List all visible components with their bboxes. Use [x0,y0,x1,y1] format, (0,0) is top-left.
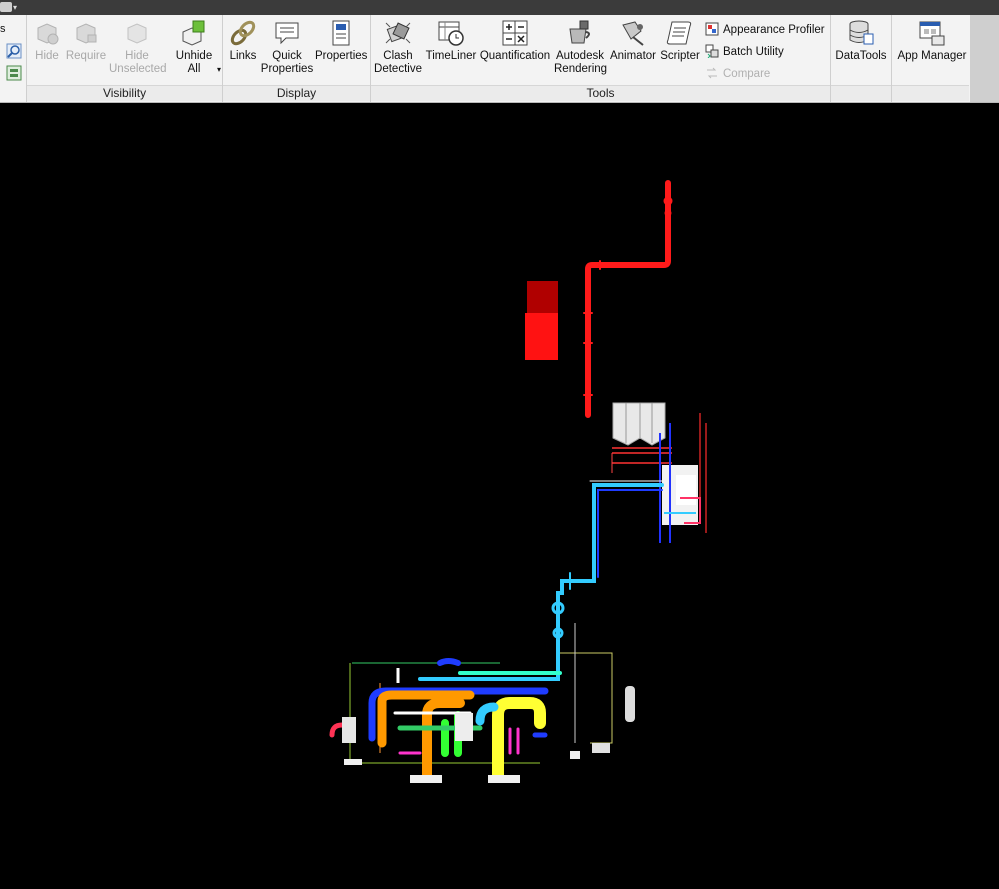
quick-properties-button[interactable]: Quick Properties [260,19,314,76]
animator-icon [622,21,644,46]
unhide-all-label-1: Unhide [175,50,213,62]
datatools-panel: DataTools [831,15,892,102]
app-manager-panel-label [892,85,969,101]
visibility-panel: Hide Require Hide Unselected Unhide All … [27,15,223,102]
quick-properties-icon [275,22,299,45]
ribbon-right-edge [970,15,999,102]
clash-detective-icon [385,22,411,44]
display-panel-label: Display [223,85,370,101]
app-manager-button[interactable]: App Manager [896,19,968,63]
require-icon [76,23,97,44]
hide-unselected-label-1: Hide [125,50,149,62]
appearance-profiler-button[interactable]: Appearance Profiler [705,21,825,39]
autodesk-rendering-icon [569,20,590,44]
clash-detective-label-1: Clash [383,50,413,62]
batch-utility-button[interactable]: Batch Utility [705,43,784,61]
quick-properties-label-1: Quick [272,50,302,62]
properties-label: Properties [315,50,368,62]
datatools-icon [849,20,874,45]
require-label: Require [65,50,107,62]
animator-label: Animator [609,50,657,62]
links-button[interactable]: Links [227,19,259,63]
properties-button[interactable]: Properties [315,19,367,63]
animator-button[interactable]: Animator [608,19,658,63]
model-scene[interactable] [0,103,999,889]
unhide-all-dropdown-icon[interactable]: ▾ [217,63,221,76]
unhide-all-label-2: All [187,63,201,75]
left-fragment-text: s [0,23,6,35]
compare-label: Compare [723,68,771,80]
compare-icon [707,67,717,79]
app-manager-label: App Manager [897,50,967,62]
title-bar: ▾ [0,0,999,15]
hide-unselected-label-2: Unselected [109,63,167,75]
hide-button[interactable]: Hide [31,19,63,63]
quick-access-icon[interactable] [0,2,12,12]
batch-utility-label: Batch Utility [723,46,784,58]
clash-detective-button[interactable]: Clash Detective [373,19,423,76]
selection-sets-icon[interactable] [6,65,22,81]
app-manager-icon [919,21,945,46]
scripter-label: Scripter [660,50,700,62]
hide-unselected-icon [127,23,147,44]
datatools-panel-label [831,85,891,101]
tools-panel-label: Tools [371,85,830,101]
tools-panel: Clash Detective TimeLiner Quantification… [371,15,831,102]
unhide-all-button[interactable]: Unhide All ▾ [171,19,221,76]
require-button[interactable]: Require [65,19,107,63]
red-equipment-block[interactable] [525,281,558,360]
left-partial-panel: s [0,15,27,102]
red-pipe-run[interactable] [583,180,673,418]
autodesk-rendering-label-2: Rendering [554,63,608,75]
visibility-panel-label: Visibility [27,85,222,101]
links-label: Links [229,50,257,62]
hide-unselected-button[interactable]: Hide Unselected [109,19,167,76]
batch-utility-icon [705,44,719,58]
find-items-icon[interactable] [6,43,22,59]
3d-viewport[interactable] [0,103,999,889]
hide-icon [37,23,59,45]
datatools-button[interactable]: DataTools [833,19,889,63]
quantification-label: Quantification [479,50,551,62]
hide-label: Hide [35,50,59,62]
white-tanks[interactable] [612,402,666,446]
scripter-button[interactable]: Scripter [659,19,701,63]
appearance-profiler-label: Appearance Profiler [723,24,825,36]
clash-detective-label-2: Detective [374,63,422,75]
compare-button[interactable]: Compare [705,65,770,83]
links-icon [230,20,256,46]
scripter-icon [666,21,692,45]
properties-icon [332,20,350,46]
quantification-button[interactable]: Quantification [478,19,552,63]
timeliner-label: TimeLiner [425,50,477,62]
quick-access-dropdown-icon[interactable]: ▾ [13,3,17,12]
timeliner-button[interactable]: TimeLiner [425,19,477,63]
unhide-all-icon [182,20,205,46]
app-manager-panel: App Manager [892,15,969,102]
autodesk-rendering-button[interactable]: Autodesk Rendering [554,19,608,76]
timeliner-icon [438,21,464,46]
cyan-pipe-run[interactable] [418,480,664,681]
quantification-icon [502,20,528,46]
display-panel: Links Quick Properties Properties Displa… [223,15,371,102]
autodesk-rendering-label-1: Autodesk [556,50,604,62]
appearance-profiler-icon [705,22,719,36]
quick-properties-label-2: Properties [260,63,314,75]
datatools-label: DataTools [835,50,887,62]
